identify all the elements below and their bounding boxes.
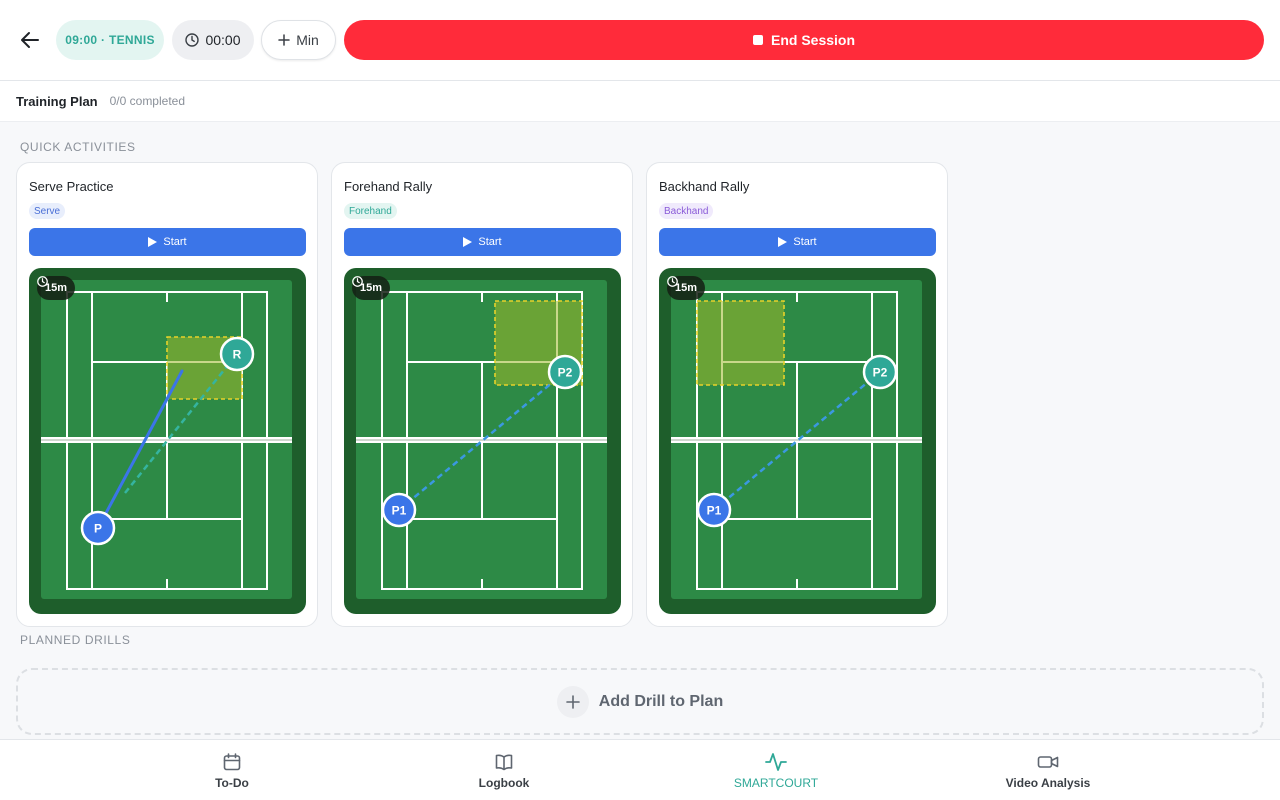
player-marker-p2: P2: [547, 354, 583, 390]
activity-tag: Backhand: [659, 203, 714, 219]
arrow-left-icon: [21, 32, 39, 48]
start-button[interactable]: Start: [344, 228, 621, 256]
training-plan-title: Training Plan: [16, 93, 98, 109]
stop-icon: [752, 35, 763, 45]
session-chip: 09:00 · TENNIS: [56, 20, 164, 60]
player-label: P1: [392, 504, 407, 518]
start-label: Start: [163, 236, 187, 248]
player-label: P2: [558, 366, 573, 380]
bottom-navigation: To-Do Logbook SMARTCOURT Video Analysis: [0, 739, 1280, 800]
court-net-shade: [671, 439, 922, 441]
add-minute-button[interactable]: Min: [261, 20, 336, 60]
court-svg: P R: [41, 280, 292, 599]
court-net-shade: [41, 439, 292, 441]
nav-label: SMARTCOURT: [733, 775, 819, 790]
end-session-button[interactable]: End Session: [344, 20, 1264, 60]
start-label: Start: [478, 236, 502, 248]
back-button[interactable]: [16, 26, 44, 54]
timer-chip: 00:00: [172, 20, 254, 60]
duration-badge: 15m: [352, 276, 391, 300]
add-drill-label: Add Drill to Plan: [598, 692, 724, 710]
clock-icon: [667, 276, 678, 287]
nav-label: Logbook: [478, 775, 530, 790]
quick-activities-heading: QUICK ACTIVITIES: [20, 140, 136, 154]
player-marker-p2: P2: [862, 354, 898, 390]
play-icon: [778, 237, 788, 247]
nav-label: To-Do: [215, 775, 249, 790]
activity-tag: Forehand: [344, 203, 397, 219]
player-marker-p1: P1: [696, 492, 732, 528]
activity-title: Forehand Rally: [344, 179, 433, 194]
duration-badge: 15m: [37, 276, 76, 300]
duration-value: 15m: [360, 282, 383, 294]
plus-icon: [278, 34, 290, 46]
end-session-label: End Session: [770, 32, 856, 48]
activity-title: Backhand Rally: [659, 179, 750, 194]
court-net-shade: [356, 439, 607, 441]
activity-card-serve[interactable]: Serve Practice Serve Start P R 15m: [16, 162, 318, 627]
player-marker-r: R: [219, 336, 255, 372]
planned-drills-heading: PLANNED DRILLS: [20, 633, 131, 647]
nav-video-analysis[interactable]: Video Analysis: [948, 740, 1148, 800]
nav-logbook[interactable]: Logbook: [404, 740, 604, 800]
activity-title: Serve Practice: [29, 179, 114, 194]
nav-smartcourt[interactable]: SMARTCOURT: [676, 740, 876, 800]
clock-icon: [37, 276, 48, 287]
court-diagram: P R 15m: [29, 268, 306, 614]
start-label: Start: [793, 236, 817, 248]
min-label: Min: [296, 32, 319, 48]
nav-label: Video Analysis: [1005, 775, 1091, 790]
player-label: P: [94, 522, 102, 536]
timer-value: 00:00: [205, 32, 241, 48]
clock-icon: [352, 276, 363, 287]
player-label: P1: [707, 504, 722, 518]
training-plan-count: 0/0 completed: [109, 94, 186, 108]
play-icon: [148, 237, 158, 247]
court-svg: P1 P2: [356, 280, 607, 599]
start-button[interactable]: Start: [29, 228, 306, 256]
book-icon: [495, 754, 513, 770]
activity-card-forehand[interactable]: Forehand Rally Forehand Start P1 P2 15m: [331, 162, 633, 627]
activity-tag: Serve: [29, 203, 66, 219]
activity-card-backhand[interactable]: Backhand Rally Backhand Start P1 P2 15m: [646, 162, 948, 627]
calendar-icon: [223, 752, 241, 770]
duration-badge: 15m: [667, 276, 706, 300]
player-marker-p: P: [80, 510, 116, 546]
court-diagram: P1 P2 15m: [344, 268, 621, 614]
court-svg: P1 P2: [671, 280, 922, 599]
training-plan-bar: Training Plan 0/0 completed: [0, 81, 1280, 122]
target-zone: [696, 300, 785, 386]
add-drill-button[interactable]: Add Drill to Plan: [16, 668, 1264, 735]
activity-icon: [765, 752, 787, 771]
play-icon: [463, 237, 473, 247]
duration-value: 15m: [45, 282, 68, 294]
duration-value: 15m: [675, 282, 698, 294]
video-icon: [1037, 755, 1059, 768]
player-marker-p1: P1: [381, 492, 417, 528]
player-label: P2: [873, 366, 888, 380]
player-label: R: [233, 348, 242, 362]
nav-todo[interactable]: To-Do: [132, 740, 332, 800]
start-button[interactable]: Start: [659, 228, 936, 256]
plus-icon: [556, 685, 589, 718]
clock-icon: [185, 33, 200, 47]
top-bar: 09:00 · TENNIS 00:00 Min End Session: [0, 0, 1280, 81]
court-diagram: P1 P2 15m: [659, 268, 936, 614]
